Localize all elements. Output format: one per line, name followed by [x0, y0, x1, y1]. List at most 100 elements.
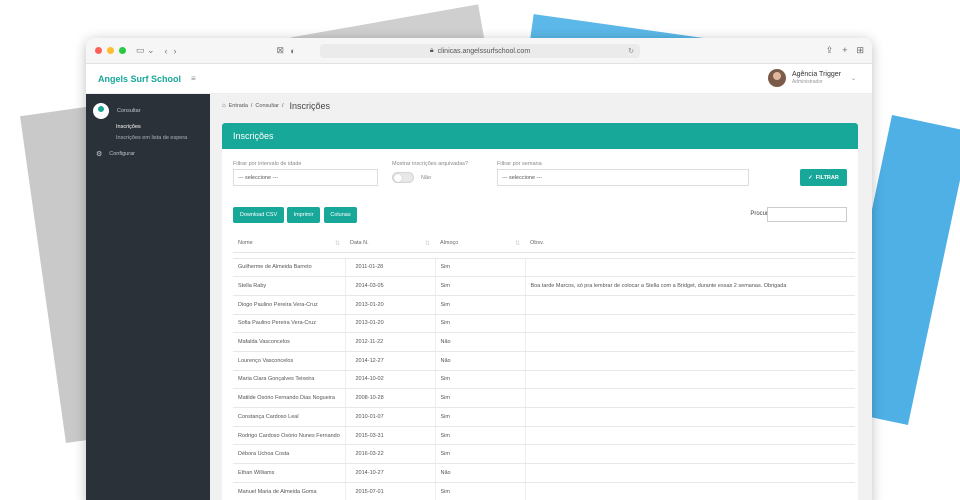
table-row[interactable]: Constança Cardoso Leal 2010-01-07 Sim — [233, 407, 855, 427]
window-controls — [95, 47, 126, 54]
gear-icon: ⚙ — [96, 151, 103, 158]
download-csv-button[interactable]: Download CSV — [233, 207, 284, 223]
minimize-window-button[interactable] — [107, 47, 114, 54]
user-icon — [93, 103, 109, 119]
cell-birthdate: 2014-03-05 — [344, 276, 435, 296]
user-name: Agência Trigger — [791, 71, 841, 78]
archived-toggle[interactable] — [392, 172, 414, 183]
cell-lunch: Sim — [434, 407, 525, 427]
cell-lunch: Não — [434, 463, 525, 483]
cell-notes — [524, 258, 855, 278]
inscriptions-card: Inscrições Filtrar por intervalo de idad… — [222, 123, 858, 500]
cell-name: Rodrigo Cardoso Osório Nunes Fernando — [233, 426, 345, 446]
column-header-birthdate[interactable]: Data N. ⇅ — [345, 235, 435, 253]
print-button[interactable]: Imprimir — [287, 207, 320, 223]
search-input[interactable] — [767, 207, 847, 222]
address-bar[interactable]: 🔒︎ clinicas.angelssurfschool.com ↻ — [320, 44, 640, 58]
columns-button[interactable]: Colunas — [324, 207, 357, 223]
filter-button[interactable]: ✓ FILTRAR — [800, 169, 847, 186]
week-filter-select[interactable]: --- seleccione --- — [497, 169, 749, 186]
cell-notes — [524, 351, 855, 371]
table-row[interactable]: Ethan Williams 2014-10-27 Não — [233, 463, 855, 483]
table-row[interactable]: Matilde Osório Fernando Dias Nogueira 200… — [233, 388, 855, 408]
sort-icon: ⇅ — [424, 241, 430, 248]
age-filter-select[interactable]: --- seleccione --- — [233, 169, 378, 186]
cell-name: Constança Cardoso Leal — [233, 407, 345, 427]
column-header-notes[interactable]: Obsv. — [525, 235, 855, 253]
cell-birthdate: 2013-01-20 — [344, 295, 435, 315]
user-menu[interactable]: Agência Trigger Administrador ⌄ — [767, 69, 856, 87]
forward-icon[interactable]: › — [174, 46, 177, 56]
table-row[interactable]: Guilherme de Almeida Barreto 2011-01-28 Si… — [233, 258, 855, 278]
cell-birthdate: 2014-10-02 — [344, 370, 435, 390]
table-row[interactable]: Manuel Maria de Almeida Goma 2015-07-01 Si… — [233, 482, 855, 500]
breadcrumb-section[interactable]: Consultar — [255, 103, 279, 109]
cell-notes — [524, 444, 855, 465]
back-icon[interactable]: ‹ — [165, 46, 168, 56]
cell-lunch: Sim — [434, 258, 525, 278]
cell-notes — [524, 407, 855, 427]
cell-lunch: Não — [434, 351, 525, 371]
sidebar-item-consultar[interactable]: Consultar — [86, 101, 210, 121]
table-row[interactable]: Sofia Paulino Pereira Vera-Cruz 2013-01-2… — [233, 314, 855, 334]
tab-overview-icon[interactable]: ⊞ — [856, 45, 864, 56]
maximize-window-button[interactable] — [119, 47, 126, 54]
table-row[interactable]: Débora Uchoa Costa 2016-03-22 Sim — [233, 444, 855, 465]
sort-icon: ⇅ — [334, 241, 340, 248]
table-row[interactable]: Lourenço Vasconcelos 2014-12-27 Não — [233, 351, 855, 371]
lock-icon: 🔒︎ — [429, 47, 434, 54]
menu-toggle-icon[interactable]: ≡ — [191, 74, 196, 83]
sidebar-item-lista-espera[interactable]: Inscrições em lista de espera — [86, 132, 210, 143]
cell-notes — [524, 314, 855, 334]
sidebar-item-label: Configurar — [109, 151, 135, 157]
table-row[interactable]: Rodrigo Cardoso Osório Nunes Fernando 201… — [233, 426, 855, 446]
share-icon[interactable]: ⇪ — [826, 45, 834, 56]
cell-name: Sofia Paulino Pereira Vera-Cruz — [233, 314, 345, 334]
privacy-icon[interactable]: ⊠ — [277, 45, 285, 56]
cell-name: Débora Uchoa Costa — [233, 444, 345, 465]
close-window-button[interactable] — [95, 47, 102, 54]
cell-notes — [524, 332, 855, 352]
home-icon: ⌂ — [222, 103, 226, 109]
cell-notes — [524, 482, 855, 500]
cell-name: Stella Raby — [233, 276, 345, 296]
column-header-lunch[interactable]: Almoço ⇅ — [435, 235, 525, 253]
url-text: clinicas.angelssurfschool.com — [437, 47, 531, 55]
page-title: Inscrições — [289, 101, 331, 111]
cell-lunch: Sim — [434, 370, 525, 390]
table-row[interactable]: Maria Clara Gonçalves Teixeira 2014-10-02… — [233, 370, 855, 390]
filters-panel: Filtrar por intervalo de idade --- selec… — [222, 149, 858, 207]
cell-lunch: Sim — [434, 444, 525, 465]
cell-name: Lourenço Vasconcelos — [233, 351, 345, 371]
column-header-name[interactable]: Nome ⇅ — [233, 235, 345, 253]
chevron-down-icon[interactable]: ⌄ — [851, 75, 856, 82]
shield-icon[interactable]: ◐ — [290, 46, 295, 56]
breadcrumb-home[interactable]: Entrada — [229, 103, 248, 109]
cell-notes — [524, 295, 855, 315]
brand-logo[interactable]: Angels Surf School — [98, 74, 181, 84]
sidebar-item-inscricoes[interactable]: Inscrições — [86, 121, 210, 132]
new-tab-icon[interactable]: + — [842, 45, 847, 56]
table-body: Guilherme de Almeida Barreto 2011-01-28 Si… — [233, 252, 855, 500]
cell-name: Manuel Maria de Almeida Goma — [233, 482, 345, 500]
reload-icon[interactable]: ↻ — [628, 47, 634, 55]
app-header: Angels Surf School ≡ Agência Trigger Adm… — [86, 64, 872, 94]
sidebar-item-configurar[interactable]: ⚙ Configurar — [86, 146, 210, 162]
sidebar-item-label: Consultar — [117, 108, 141, 114]
table-row[interactable]: Stella Raby 2014-03-05 Sim Boa tarde Marcos… — [233, 276, 855, 296]
sidebar: Consultar Inscrições Inscrições em lista… — [86, 94, 210, 500]
cell-birthdate: 2016-03-22 — [344, 444, 435, 465]
screenshot-stage: ▭ ⌄ ‹ › ⊠ ◐ 🔒︎ clinicas.angelssurfschool… — [0, 0, 960, 500]
sort-icon: ⇅ — [514, 241, 520, 248]
sidebar-toggle-icon[interactable]: ▭ ⌄ — [136, 45, 155, 56]
table-row[interactable]: Diogo Paulino Pereira Vera-Cruz 2013-01-2… — [233, 295, 855, 315]
cell-notes — [524, 463, 855, 483]
cell-name: Guilherme de Almeida Barreto — [233, 258, 345, 278]
user-role: Administrador — [791, 79, 823, 85]
cell-name: Maria Clara Gonçalves Teixeira — [233, 370, 345, 390]
cell-birthdate: 2011-01-28 — [344, 258, 435, 278]
cell-birthdate: 2010-01-07 — [344, 407, 435, 427]
cell-lunch: Sim — [434, 295, 525, 315]
table-row[interactable]: Mafalda Vasconcelos 2012-11-22 Não — [233, 332, 855, 352]
cell-name: Diogo Paulino Pereira Vera-Cruz — [233, 295, 345, 315]
